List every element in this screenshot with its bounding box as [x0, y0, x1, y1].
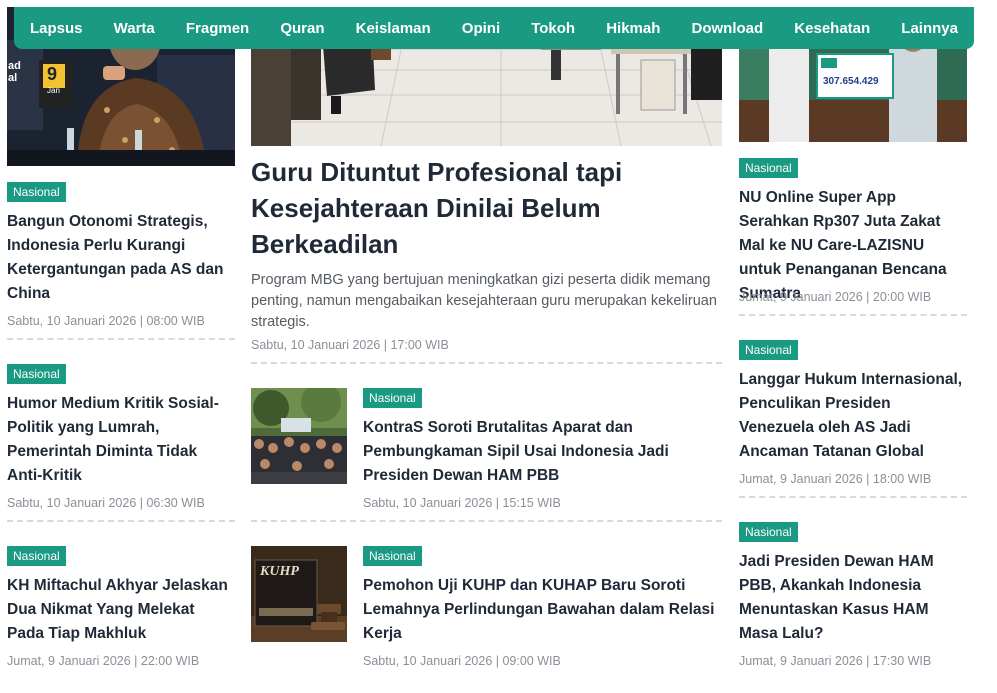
article-title[interactable]: Humor Medium Kritik Sosial-Politik yang … — [7, 392, 235, 488]
speaker-backdrop-text: ad al — [8, 60, 21, 84]
divider — [7, 338, 235, 340]
article-title[interactable]: Bangun Otonomi Strategis, Indonesia Perl… — [7, 210, 235, 306]
article-date: Jumat, 9 Januari 2026 | 17:30 WIB — [739, 654, 932, 668]
nav-download[interactable]: Download — [692, 20, 764, 37]
page-top-strip — [0, 0, 997, 7]
article-date: Sabtu, 10 Januari 2026 | 17:00 WIB — [251, 338, 449, 352]
article-date: Jumat, 9 Januari 2026 | 20:00 WIB — [739, 290, 932, 304]
category-badge[interactable]: Nasional — [739, 158, 798, 178]
article-title[interactable]: Langgar Hukum Internasional, Penculikan … — [739, 368, 967, 464]
category-badge[interactable]: Nasional — [363, 546, 422, 566]
category-badge[interactable]: Nasional — [7, 546, 66, 566]
divider — [7, 520, 235, 522]
article-date: Sabtu, 10 Januari 2026 | 09:00 WIB — [363, 654, 561, 668]
donation-board-amount: 307.654.429 — [823, 76, 879, 87]
article-title[interactable]: KH Miftachul Akhyar Jelaskan Dua Nikmat … — [7, 574, 235, 646]
divider — [739, 314, 967, 316]
book-title-label: KUHP — [260, 564, 299, 579]
nav-kesehatan[interactable]: Kesehatan — [794, 20, 870, 37]
nav-keislaman[interactable]: Keislaman — [356, 20, 431, 37]
article-date: Jumat, 9 Januari 2026 | 22:00 WIB — [7, 654, 200, 668]
nav-lainnya[interactable]: Lainnya — [901, 20, 958, 37]
divider — [251, 362, 722, 364]
article-date: Jumat, 9 Januari 2026 | 18:00 WIB — [739, 472, 932, 486]
category-badge[interactable]: Nasional — [7, 364, 66, 384]
nav-hikmah[interactable]: Hikmah — [606, 20, 660, 37]
divider — [739, 496, 967, 498]
category-badge[interactable]: Nasional — [739, 340, 798, 360]
category-badge[interactable]: Nasional — [739, 522, 798, 542]
category-badge[interactable]: Nasional — [363, 388, 422, 408]
article-date: Sabtu, 10 Januari 2026 | 08:00 WIB — [7, 314, 205, 328]
article-date: Sabtu, 10 Januari 2026 | 15:15 WIB — [363, 496, 561, 510]
hero-title[interactable]: Guru Dituntut Profesional tapi Kesejahte… — [251, 154, 722, 262]
main-nav: Lapsus Warta Fragmen Quran Keislaman Opi… — [14, 7, 974, 49]
nav-quran[interactable]: Quran — [280, 20, 324, 37]
nav-warta[interactable]: Warta — [114, 20, 155, 37]
speaker-backdrop-month: Jan — [47, 86, 60, 95]
article-image-kuhp-book[interactable]: KUHP — [251, 546, 347, 642]
article-date: Sabtu, 10 Januari 2026 | 06:30 WIB — [7, 496, 205, 510]
nav-opini[interactable]: Opini — [462, 20, 500, 37]
hero-excerpt: Program MBG yang bertujuan meningkatkan … — [251, 272, 717, 330]
speaker-backdrop-number: 9 — [47, 64, 58, 84]
nav-lapsus[interactable]: Lapsus — [30, 20, 83, 37]
article-title[interactable]: Jadi Presiden Dewan HAM PBB, Akankah Ind… — [739, 550, 967, 646]
nav-fragmen[interactable]: Fragmen — [186, 20, 249, 37]
article-title[interactable]: KontraS Soroti Brutalitas Aparat dan Pem… — [363, 416, 718, 488]
divider — [251, 520, 722, 522]
category-badge[interactable]: Nasional — [7, 182, 66, 202]
nav-tokoh[interactable]: Tokoh — [531, 20, 575, 37]
article-image-crowd[interactable] — [251, 388, 347, 484]
article-title[interactable]: Pemohon Uji KUHP dan KUHAP Baru Soroti L… — [363, 574, 718, 646]
article-title[interactable]: NU Online Super App Serahkan Rp307 Juta … — [739, 186, 967, 306]
